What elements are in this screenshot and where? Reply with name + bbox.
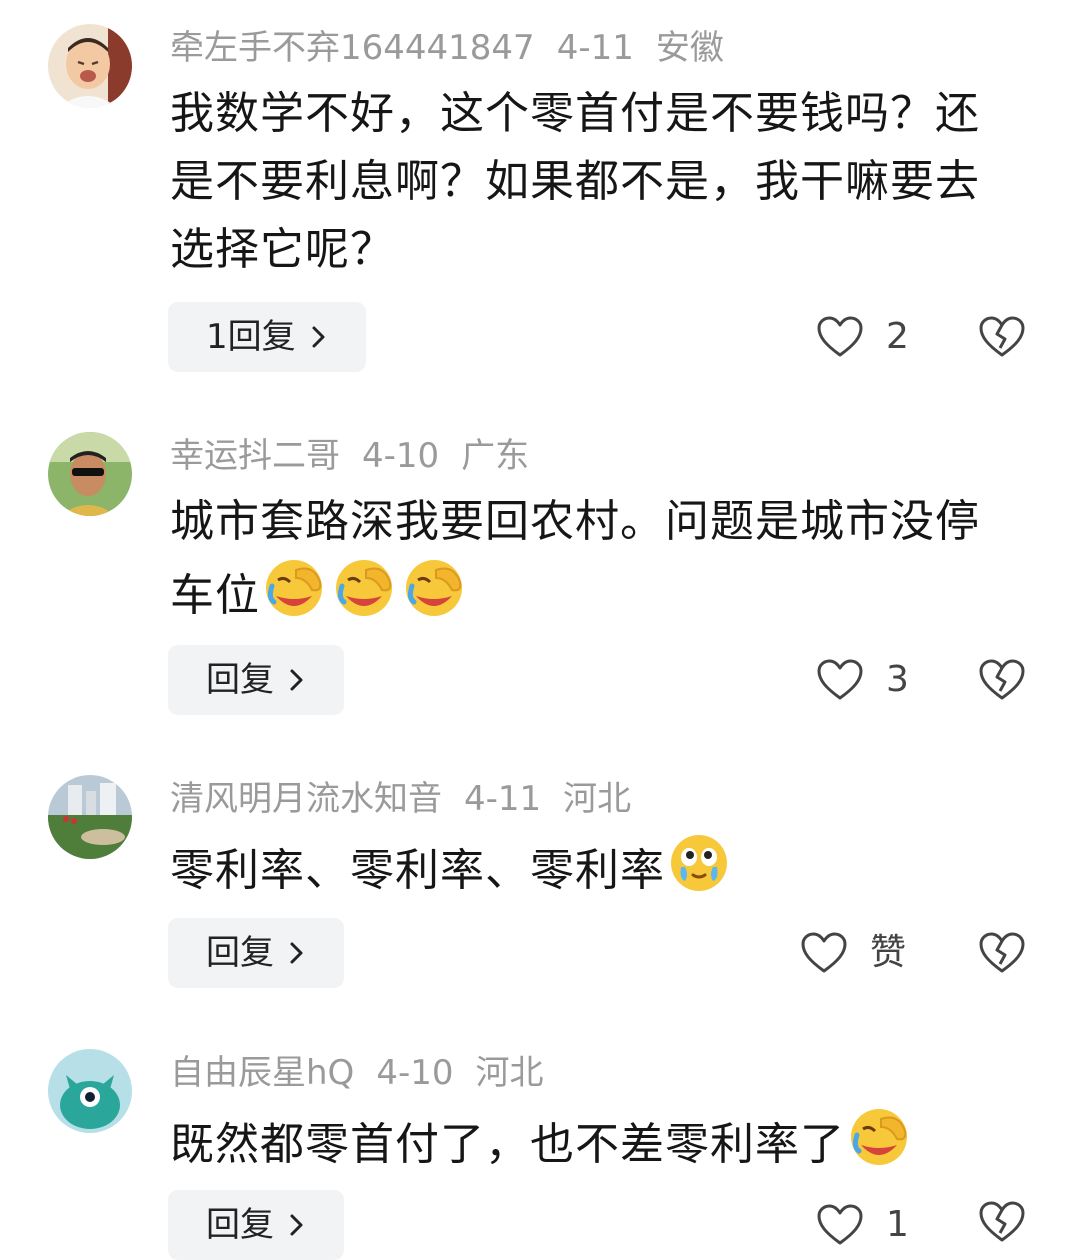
comment-date: 4-10 xyxy=(362,436,440,476)
comment-text-line: 是不要利息啊？如果都不是，我干嘛要去 xyxy=(170,156,980,207)
username[interactable]: 自由辰星hQ xyxy=(170,1053,354,1093)
user-avatar[interactable] xyxy=(48,775,132,859)
comment-text-segment: 既然都零首付了，也不差零利率了 xyxy=(170,1119,845,1170)
heart-icon xyxy=(817,1204,863,1245)
like-count: 1 xyxy=(886,1204,909,1245)
comment-date: 4-10 xyxy=(376,1053,454,1093)
comment-meta: 清风明月流水知音 4-11 河北 xyxy=(170,777,653,821)
reply-button[interactable]: 回复 xyxy=(168,1190,344,1260)
like-button[interactable]: 3 xyxy=(816,645,909,715)
facepalm-laugh-emoji xyxy=(406,560,462,616)
comment-text: 我数学不好，这个零首付是不要钱吗？还 是不要利息啊？如果都不是，我干嘛要去 选择… xyxy=(170,80,1040,284)
comment-text-line: 我数学不好，这个零首付是不要钱吗？还 xyxy=(170,88,980,139)
user-avatar[interactable] xyxy=(48,24,132,108)
chevron-right-icon xyxy=(290,669,303,691)
reply-button-label: 1回复 xyxy=(206,317,296,357)
like-count: 3 xyxy=(886,659,909,700)
comment-date: 4-11 xyxy=(464,779,542,819)
comment-text-line: 选择它呢？ xyxy=(170,224,395,275)
comment-text-line: 车位 xyxy=(170,556,1040,630)
facepalm-laugh-emoji xyxy=(336,560,392,616)
comment-meta: 幸运抖二哥 4-10 广东 xyxy=(170,434,551,478)
comment-text: 既然都零首付了，也不差零利率了 xyxy=(170,1105,1040,1179)
chevron-right-icon xyxy=(290,942,303,964)
chevron-right-icon xyxy=(290,1214,303,1236)
username[interactable]: 牵左手不弃164441847 xyxy=(170,28,535,68)
comment-text-segment: 零利率、零利率、零利率 xyxy=(170,845,665,896)
dislike-broken-heart-icon[interactable] xyxy=(978,931,1026,975)
reply-button[interactable]: 回复 xyxy=(168,918,344,988)
dislike-broken-heart-icon[interactable] xyxy=(978,1200,1026,1244)
comment-meta: 牵左手不弃164441847 4-11 安徽 xyxy=(170,26,746,70)
comment-date: 4-11 xyxy=(556,28,634,68)
heart-icon xyxy=(801,932,847,973)
reply-button-label: 回复 xyxy=(206,933,274,973)
like-count: 赞 xyxy=(870,932,907,973)
dislike-broken-heart-icon[interactable] xyxy=(978,315,1026,359)
like-count: 2 xyxy=(886,316,909,357)
tearful-smile-emoji xyxy=(671,835,727,891)
heart-icon xyxy=(817,316,863,357)
comment-meta: 自由辰星hQ 4-10 河北 xyxy=(170,1051,565,1095)
facepalm-laugh-emoji xyxy=(266,560,322,616)
reply-button[interactable]: 回复 xyxy=(168,645,344,715)
chevron-right-icon xyxy=(312,326,325,348)
comment-text: 零利率、零利率、零利率 xyxy=(170,831,1040,905)
like-button[interactable]: 赞 xyxy=(800,918,906,988)
username[interactable]: 清风明月流水知音 xyxy=(170,779,442,819)
comment-text-line: 既然都零首付了，也不差零利率了 xyxy=(170,1105,1040,1179)
user-avatar[interactable] xyxy=(48,432,132,516)
comment-text: 城市套路深我要回农村。问题是城市没停 车位 xyxy=(170,488,1040,630)
comment-text-line: 城市套路深我要回农村。问题是城市没停 xyxy=(170,496,980,547)
reply-button[interactable]: 1回复 xyxy=(168,302,366,372)
comment-location: 河北 xyxy=(475,1053,544,1093)
reply-button-label: 回复 xyxy=(206,1205,274,1245)
comment-text-line: 零利率、零利率、零利率 xyxy=(170,831,1040,905)
like-button[interactable]: 2 xyxy=(816,302,909,372)
user-avatar[interactable] xyxy=(48,1049,132,1133)
comment-text-segment: 车位 xyxy=(170,570,260,621)
username[interactable]: 幸运抖二哥 xyxy=(170,436,340,476)
comment-location: 安徽 xyxy=(655,28,724,68)
dislike-broken-heart-icon[interactable] xyxy=(978,658,1026,702)
heart-icon xyxy=(817,659,863,700)
like-button[interactable]: 1 xyxy=(816,1190,909,1260)
facepalm-laugh-emoji xyxy=(851,1109,907,1165)
reply-button-label: 回复 xyxy=(206,660,274,700)
comment-location: 河北 xyxy=(563,779,632,819)
comment-location: 广东 xyxy=(461,436,530,476)
